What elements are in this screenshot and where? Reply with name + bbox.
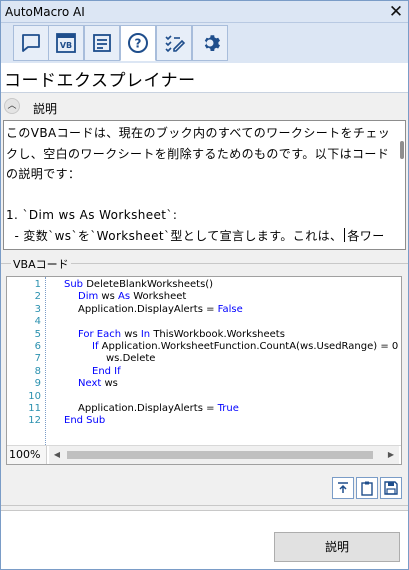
- code-token: ws: [104, 378, 118, 390]
- title-bar: AutoMacro AI ✕: [1, 1, 408, 23]
- settings-gear-icon: [204, 35, 220, 51]
- vba-code-group-label: VBAコード: [11, 256, 71, 272]
- code-line: Application.DisplayAlerts = False: [78, 304, 243, 315]
- code-token: Application.DisplayAlerts =: [78, 303, 218, 315]
- document-list-icon: [93, 34, 111, 52]
- code-line: For Each ws In ThisWorkbook.Worksheets: [78, 329, 285, 340]
- code-token: ws: [124, 328, 141, 340]
- code-keyword: False: [217, 303, 243, 315]
- code-line: ws.Delete: [106, 353, 155, 364]
- help-button[interactable]: ?: [120, 25, 156, 61]
- insert-into-editor-button[interactable]: [332, 477, 354, 499]
- save-icon: [384, 481, 398, 495]
- code-keyword: End Sub: [64, 415, 106, 427]
- app-window: AutoMacro AI ✕ VB ? コードエクスプレイナー ︿ 説明 このV…: [0, 0, 409, 570]
- document-list-button[interactable]: [84, 25, 120, 61]
- code-line: If Application.WorksheetFunction.CountA(…: [92, 341, 402, 352]
- scrollbar-thumb[interactable]: [67, 451, 373, 459]
- code-token: ws: [101, 291, 118, 303]
- code-token: Worksheet: [133, 291, 187, 303]
- code-line: Dim ws As Worksheet: [78, 291, 186, 302]
- explanation-section-label: 説明: [33, 102, 58, 116]
- scroll-left-icon[interactable]: ◀: [49, 446, 65, 464]
- code-token: ThisWorkbook.Worksheets: [153, 328, 285, 340]
- collapse-chevron-up-icon[interactable]: ︿: [4, 98, 20, 114]
- page-title: コードエクスプレイナー: [4, 71, 196, 91]
- explanation-section-header: ︿ 説明: [1, 94, 408, 118]
- scroll-right-icon[interactable]: ▶: [383, 446, 399, 464]
- explanation-textbox[interactable]: このVBAコードは、現在のブック内のすべてのワークシートをチェックし、空白のワー…: [3, 120, 406, 250]
- code-keyword: True: [217, 403, 239, 414]
- explain-button[interactable]: 説明: [274, 532, 400, 562]
- code-keyword: Next: [78, 378, 105, 390]
- code-line: Sub DeleteBlankWorksheets(): [64, 279, 213, 290]
- vba-button[interactable]: VB: [48, 25, 84, 61]
- explanation-scrollbar[interactable]: [400, 141, 404, 159]
- edit-checklist-button[interactable]: [156, 25, 192, 61]
- save-button[interactable]: [380, 477, 402, 499]
- code-token: Application.WorksheetFunction.CountA(ws.…: [101, 341, 402, 352]
- code-token: DeleteBlankWorksheets(): [86, 279, 214, 290]
- svg-text:?: ?: [135, 37, 142, 51]
- code-area[interactable]: Sub DeleteBlankWorksheets() Dim ws As Wor…: [7, 277, 402, 445]
- zoom-level[interactable]: 100%: [7, 446, 47, 464]
- vba-icon: VB: [56, 33, 76, 53]
- editor-footer: 100% ◀ ▶: [7, 445, 401, 464]
- code-keyword: For Each: [78, 328, 125, 340]
- code-keyword: Dim: [78, 291, 102, 303]
- vba-code-editor[interactable]: 1 2 3 4 5 6 7 8 9 10 11 12 Sub DeleteBlankWorksheet…: [6, 276, 402, 465]
- code-keyword: Sub: [64, 279, 87, 290]
- toolbar: VB ?: [1, 23, 408, 63]
- insert-into-editor-icon: [338, 482, 348, 493]
- code-keyword: End If: [92, 365, 121, 377]
- code-line: Application.DisplayAlerts = True: [78, 403, 239, 414]
- svg-text:VB: VB: [60, 41, 72, 50]
- code-line: End If: [92, 366, 121, 377]
- settings-button[interactable]: [192, 25, 228, 61]
- code-keyword: As: [117, 291, 134, 303]
- clipboard-icon: [361, 481, 373, 496]
- window-title: AutoMacro AI: [5, 5, 85, 19]
- help-icon: ?: [128, 33, 148, 53]
- code-keyword: In: [140, 328, 154, 340]
- code-line: Next ws: [78, 378, 118, 389]
- code-keyword: Then: [401, 341, 402, 352]
- explanation-text-part1: このVBAコードは、現在のブック内のすべてのワークシートをチェックし、空白のワー…: [6, 126, 391, 243]
- horizontal-scrollbar[interactable]: ◀ ▶: [49, 446, 399, 464]
- text-cursor: [344, 227, 346, 242]
- edit-checklist-icon: [165, 35, 186, 53]
- explanation-text: このVBAコードは、現在のブック内のすべてのワークシートをチェックし、空白のワー…: [4, 121, 405, 249]
- page-header: コードエクスプレイナー: [1, 63, 408, 93]
- close-icon[interactable]: ✕: [386, 2, 406, 22]
- code-line: End Sub: [64, 415, 105, 426]
- code-keyword: If: [92, 341, 102, 352]
- code-token: Application.DisplayAlerts =: [78, 403, 218, 414]
- code-token: ws.Delete: [106, 353, 156, 365]
- copy-to-clipboard-button[interactable]: [356, 477, 378, 499]
- chat-icon: [22, 34, 40, 52]
- chat-button[interactable]: [13, 25, 49, 61]
